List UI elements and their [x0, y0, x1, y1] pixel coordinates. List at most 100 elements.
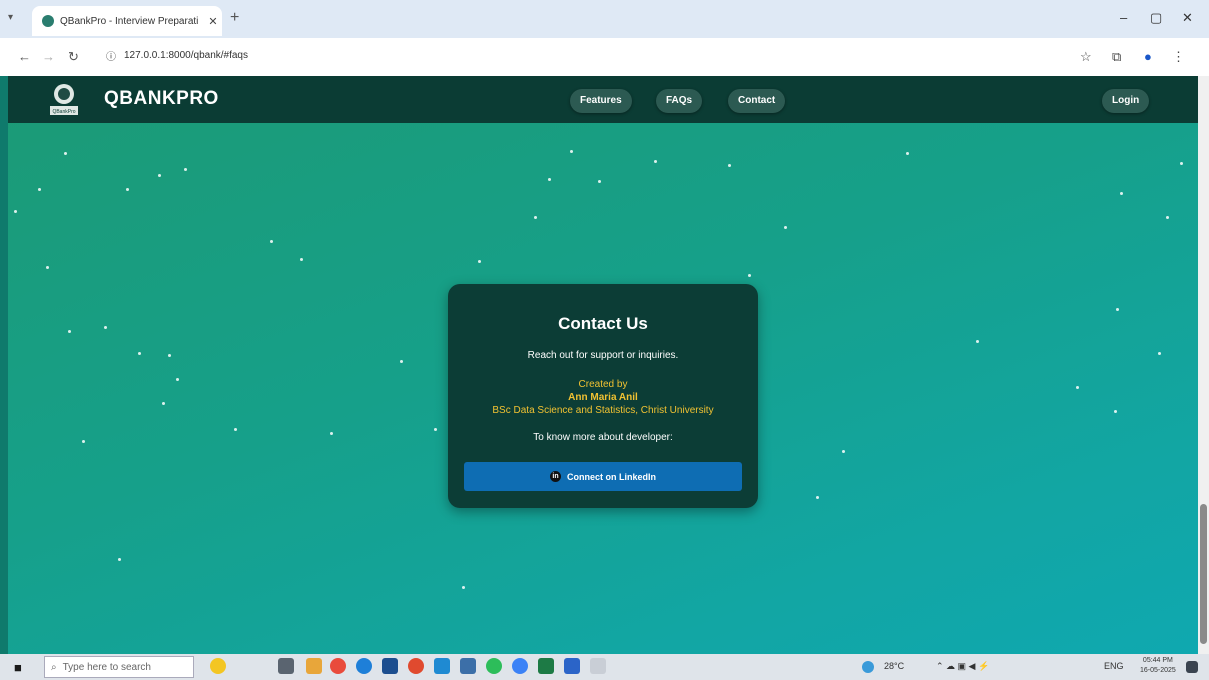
copilot-icon[interactable]: [210, 658, 226, 674]
forward-icon[interactable]: →: [42, 49, 55, 64]
profile-icon[interactable]: ●: [1144, 49, 1152, 64]
app-icon[interactable]: [330, 658, 346, 674]
vscode-icon[interactable]: [434, 658, 450, 674]
star-dot: [126, 188, 129, 191]
qbankpro-logo[interactable]: QBankPro: [42, 80, 86, 120]
browser-tab-bar: ▾ QBankPro - Interview Preparati ✕ + – ▢…: [0, 0, 1209, 38]
star-dot: [478, 260, 481, 263]
page-viewport: QBankPro QBANKPRO Features FAQs Contact …: [8, 76, 1198, 654]
site-info-icon[interactable]: ⓘ: [106, 48, 116, 63]
tab-search-icon[interactable]: ▾: [8, 12, 13, 23]
word-icon[interactable]: [564, 658, 580, 674]
star-dot: [68, 330, 71, 333]
maximize-icon[interactable]: ▢: [1150, 10, 1162, 26]
app-icon[interactable]: [512, 658, 528, 674]
clock-date: 16-05-2025: [1140, 667, 1176, 674]
star-dot: [906, 152, 909, 155]
star-dot: [748, 274, 751, 277]
page-scrollbar[interactable]: [1198, 76, 1209, 654]
file-explorer-icon[interactable]: [306, 658, 322, 674]
star-dot: [462, 586, 465, 589]
star-dot: [270, 240, 273, 243]
edge-icon[interactable]: [356, 658, 372, 674]
star-dot: [1158, 352, 1161, 355]
star-dot: [82, 440, 85, 443]
weather-icon[interactable]: [862, 661, 874, 673]
tab-close-icon[interactable]: ✕: [204, 15, 222, 28]
star-dot: [138, 352, 141, 355]
linkedin-button[interactable]: in Connect on LinkedIn: [464, 462, 742, 491]
chrome-icon[interactable]: [408, 658, 424, 674]
address-bar: ← → ↻ ⓘ 127.0.0.1:8000/qbank/#faqs ☆ ⧉ ●…: [0, 38, 1209, 76]
taskbar-search-input[interactable]: ⌕ Type here to search: [44, 656, 194, 678]
app-navbar: QBankPro QBANKPRO Features FAQs Contact …: [8, 76, 1198, 123]
favicon-icon: [42, 15, 54, 27]
author-name: Ann Maria Anil: [568, 392, 638, 403]
star-dot: [728, 164, 731, 167]
windows-taskbar: ■ ⌕ Type here to search 28°C ⌃ ☁ ▣ ◀ ⚡ E…: [0, 654, 1209, 680]
logo-text: QBankPro: [52, 109, 75, 115]
star-dot: [534, 216, 537, 219]
weather-temp[interactable]: 28°C: [884, 661, 904, 671]
excel-icon[interactable]: [538, 658, 554, 674]
contact-title: Contact Us: [558, 314, 648, 333]
minimize-icon[interactable]: –: [1120, 10, 1127, 25]
star-dot: [330, 432, 333, 435]
star-dot: [158, 174, 161, 177]
reload-icon[interactable]: ↻: [68, 49, 79, 65]
star-dot: [46, 266, 49, 269]
contact-card: Contact Us Reach out for support or inqu…: [448, 284, 758, 508]
created-by-label: Created by: [578, 379, 628, 390]
store-icon[interactable]: [382, 658, 398, 674]
star-dot: [548, 178, 551, 181]
star-dot: [64, 152, 67, 155]
linkedin-icon: in: [550, 471, 561, 482]
star-dot: [1076, 386, 1079, 389]
menu-icon[interactable]: ⋮: [1172, 49, 1185, 65]
windows-start-icon[interactable]: ■: [14, 660, 22, 675]
star-dot: [1114, 410, 1117, 413]
nav-features[interactable]: Features: [570, 89, 632, 113]
scrollbar-thumb[interactable]: [1200, 504, 1207, 644]
star-dot: [184, 168, 187, 171]
notification-icon[interactable]: [1186, 661, 1198, 673]
star-dot: [168, 354, 171, 357]
app-icon[interactable]: [590, 658, 606, 674]
app-icon[interactable]: [460, 658, 476, 674]
star-dot: [234, 428, 237, 431]
star-dot: [842, 450, 845, 453]
tray-icons[interactable]: ⌃ ☁ ▣ ◀ ⚡: [936, 661, 989, 672]
whatsapp-icon[interactable]: [486, 658, 502, 674]
star-dot: [1120, 192, 1123, 195]
star-dot: [1180, 162, 1183, 165]
browser-tab[interactable]: QBankPro - Interview Preparati ✕: [32, 6, 222, 36]
brand-name[interactable]: QBANKPRO: [104, 88, 219, 110]
star-dot: [104, 326, 107, 329]
back-icon[interactable]: ←: [18, 49, 31, 64]
star-dot: [300, 258, 303, 261]
tab-title: QBankPro - Interview Preparati: [60, 15, 199, 27]
extensions-icon[interactable]: ⧉: [1112, 49, 1121, 65]
clock-time: 05:44 PM: [1142, 657, 1173, 664]
star-dot: [816, 496, 819, 499]
star-dot: [38, 188, 41, 191]
language-indicator[interactable]: ENG: [1104, 661, 1124, 671]
star-dot: [654, 160, 657, 163]
nav-faqs[interactable]: FAQs: [656, 89, 703, 113]
star-dot: [118, 558, 121, 561]
login-button[interactable]: Login: [1102, 89, 1150, 113]
url-field[interactable]: ⓘ 127.0.0.1:8000/qbank/#faqs: [106, 48, 248, 63]
contact-subtitle: Reach out for support or inquiries.: [527, 350, 679, 361]
search-icon: ⌕: [51, 661, 57, 673]
star-dot: [434, 428, 437, 431]
star-dot: [176, 378, 179, 381]
bookmark-star-icon[interactable]: ☆: [1080, 49, 1092, 65]
star-dot: [1166, 216, 1169, 219]
new-tab-button[interactable]: +: [230, 9, 239, 27]
taskbar-clock[interactable]: 05:44 PM 16-05-2025: [1140, 656, 1176, 676]
linkedin-label: Connect on LinkedIn: [567, 471, 656, 482]
task-view-icon[interactable]: [278, 658, 294, 674]
nav-contact[interactable]: Contact: [728, 89, 786, 113]
star-dot: [14, 210, 17, 213]
close-window-icon[interactable]: ✕: [1182, 10, 1193, 26]
